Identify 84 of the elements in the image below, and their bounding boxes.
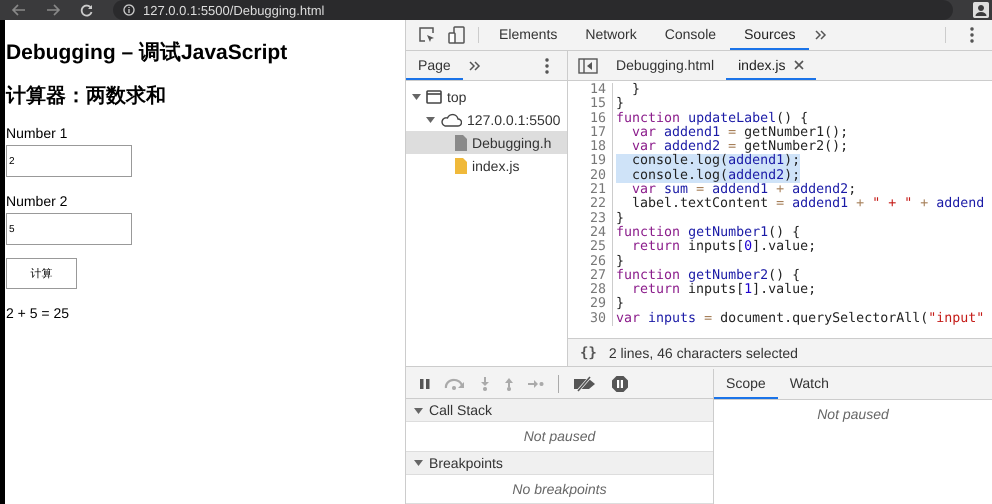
sidebar-tab[interactable]: Watch [778,369,841,399]
code-line: var addend1 = getNumber1(); [631,126,848,140]
expand-arrow-icon[interactable] [414,458,423,468]
profile-icon[interactable] [973,2,989,18]
back-icon[interactable] [12,4,26,16]
code-line: } [616,212,624,226]
code-line: } [616,97,624,112]
tree-item[interactable]: index.js [406,154,567,177]
code-line: return inputs[0].value; [631,240,816,255]
expand-arrow-icon[interactable] [412,92,421,101]
window-icon[interactable] [426,90,442,104]
expand-arrow-icon[interactable] [426,115,435,124]
code-line: } [616,297,624,312]
code-line: } [616,254,624,269]
line-number: 27 [568,268,613,284]
tree-item[interactable]: 127.0.0.1:5500 [406,108,567,131]
pause-on-exceptions-icon[interactable] [611,374,629,393]
empty-message: Not paused [817,406,889,422]
section-header[interactable]: Breakpoints [406,452,713,475]
line-number: 30 [568,312,613,326]
file-icon[interactable] [455,134,467,150]
number-input[interactable]: 5 [6,213,132,245]
line-number: 17 [568,126,613,140]
line-number: 29 [568,297,613,312]
expand-arrow-icon[interactable] [414,406,423,415]
line-number: 25 [568,240,613,255]
section-title: Breakpoints [429,454,503,471]
code-line: label.textContent = addend1 + " + " + addend [631,197,984,212]
reload-icon[interactable] [80,4,93,16]
code-line: var inputs = document.querySelectorAll("input" [616,312,984,326]
line-number: 14 [568,83,613,98]
pause-icon[interactable] [420,378,430,390]
tree-item[interactable]: Debugging.h [406,131,567,154]
page-heading: Debugging – 调试JavaScript [6,40,288,66]
line-number: 26 [568,254,613,269]
more-menu-icon[interactable] [970,27,974,43]
line-number: 19 [568,154,613,169]
line-number: 22 [568,197,613,212]
empty-message: No breakpoints [512,480,607,497]
line-number: 20 [568,168,613,184]
address-bar[interactable]: 127.0.0.1:5500/Debugging.html [113,0,953,20]
device-icon[interactable] [448,26,466,44]
page-subheading: 计算器：两数求和 [6,84,166,109]
file-tab[interactable]: index.js [726,51,816,80]
code-line: return inputs[1].value; [631,283,816,298]
calculate-button[interactable]: 计算 [6,258,77,289]
code-line: } [631,83,640,98]
line-number: 15 [568,97,613,112]
info-icon[interactable] [123,4,135,16]
more-tabs-icon[interactable] [815,30,828,40]
forward-icon[interactable] [46,4,60,16]
line-number: 18 [568,140,613,154]
line-number: 28 [568,283,613,298]
deactivate-breakpoints-icon[interactable] [573,376,597,392]
line-number: 23 [568,212,613,226]
cloud-icon[interactable] [440,112,462,126]
section-title: Call Stack [429,402,492,418]
toggle-sidebar-icon[interactable] [578,58,598,74]
devtools-tab[interactable]: Network [571,20,651,50]
line-number: 24 [568,226,613,240]
field-label: Number 1 [6,125,68,141]
code-line: function getNumber2() { [616,268,800,283]
pretty-print-button[interactable]: {} [580,344,597,360]
empty-message: Not paused [524,428,596,444]
devtools-tab[interactable]: Elements [485,20,572,50]
code-line: function updateLabel() { [616,112,808,126]
number-input[interactable]: 2 [6,145,132,177]
code-line: var sum = addend1 + addend2; [631,183,856,198]
code-line: var addend2 = getNumber2(); [631,140,848,154]
more-tabs-icon[interactable] [468,60,481,70]
more-menu-icon[interactable] [545,58,549,74]
selection-status: 2 lines, 46 characters selected [608,344,798,360]
devtools-tab[interactable]: Console [650,20,730,50]
sidebar-tab[interactable]: Scope [714,369,778,399]
field-label: Number 2 [6,193,68,209]
section-header[interactable]: Call Stack [406,399,713,422]
tree-item[interactable]: top [406,85,567,108]
inspect-icon[interactable] [418,26,436,44]
result-text: 2 + 5 = 25 [6,305,70,321]
file-tab[interactable]: Debugging.html [604,51,726,80]
code-line: function getNumber1() { [616,226,800,240]
close-icon[interactable] [794,60,804,70]
line-number: 16 [568,112,613,126]
line-number: 21 [568,183,613,198]
